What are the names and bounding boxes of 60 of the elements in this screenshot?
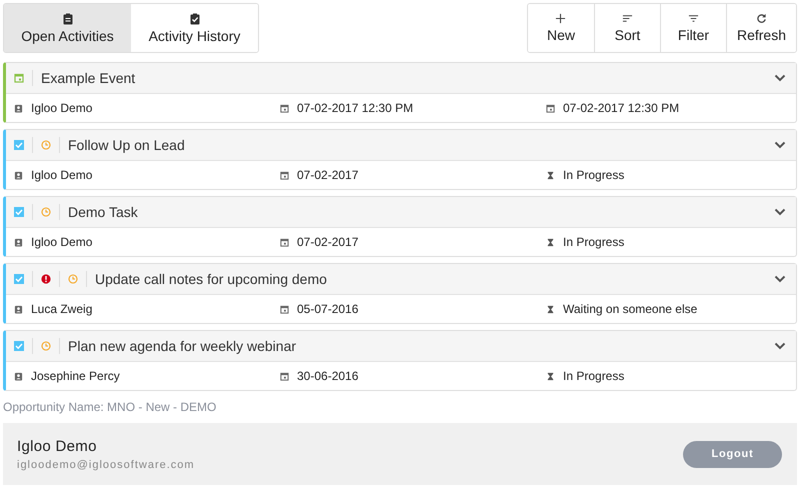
checkbox[interactable] (14, 140, 24, 150)
activity-title: Example Event (41, 70, 136, 86)
status-text: In Progress (563, 168, 624, 182)
chevron-down-icon[interactable] (774, 342, 786, 350)
hourglass-icon (546, 170, 555, 180)
date-text: 07-02-2017 (297, 235, 358, 249)
contact-icon (14, 170, 23, 180)
date-text: 05-07-2016 (297, 302, 358, 316)
toolbar-button[interactable]: Refresh (726, 4, 796, 52)
hourglass-icon (546, 238, 555, 246)
tab[interactable]: Open Activities (4, 4, 131, 52)
calendar-icon (546, 104, 555, 112)
plus-icon (555, 13, 566, 24)
chevron-down-icon[interactable] (774, 74, 786, 82)
clock-icon (41, 341, 51, 351)
checkbox[interactable] (14, 207, 24, 217)
owner-name: Igloo Demo (31, 101, 92, 115)
calendar-icon (14, 73, 24, 83)
hourglass-icon (546, 304, 555, 314)
clock-icon (41, 207, 51, 217)
calendar-icon (280, 104, 289, 112)
date-text: 07-02-2017 12:30 PM (297, 101, 414, 115)
checkbox[interactable] (14, 341, 24, 351)
owner-name: Igloo Demo (31, 168, 92, 182)
chevron-down-icon[interactable] (774, 275, 786, 283)
status-text: In Progress (563, 235, 624, 249)
refresh-icon (756, 13, 767, 24)
contact-icon (14, 304, 23, 314)
calendar-icon (280, 304, 289, 314)
clock-icon (68, 274, 78, 284)
contact-icon (14, 372, 23, 380)
user-email: igloodemo@igloosoftware.com (17, 458, 195, 470)
activity-title: Plan new agenda for weekly webinar (68, 338, 298, 354)
date-text: 30-06-2016 (297, 369, 358, 383)
user-name: Igloo Demo (17, 438, 98, 454)
calendar-icon (280, 372, 289, 380)
calendar-icon (280, 238, 289, 246)
opportunity-name: Opportunity Name: MNO - New - DEMO (3, 400, 218, 416)
status-text: In Progress (563, 369, 624, 383)
activity-title: Update call notes for upcoming demo (95, 271, 328, 287)
owner-name: Luca Zweig (31, 302, 92, 316)
status-text: Waiting on someone else (563, 302, 698, 316)
clipboard-check-icon (188, 12, 200, 24)
chevron-down-icon[interactable] (774, 208, 786, 216)
sort-icon (622, 13, 633, 24)
hourglass-icon (546, 372, 555, 380)
date-text: 07-02-2017 (297, 168, 358, 182)
clock-icon (41, 140, 51, 150)
activity-title: Demo Task (68, 204, 139, 220)
owner-name: Josephine Percy (31, 369, 120, 383)
contact-icon (14, 104, 23, 112)
activity-title: Follow Up on Lead (68, 137, 186, 153)
filter-icon (688, 13, 699, 24)
calendar-icon (280, 170, 289, 180)
owner-name: Igloo Demo (31, 235, 92, 249)
checkbox[interactable] (14, 274, 24, 284)
clipboard-icon (62, 12, 74, 24)
status-text: 07-02-2017 12:30 PM (563, 101, 680, 115)
chevron-down-icon[interactable] (774, 141, 786, 149)
contact-icon (14, 238, 23, 246)
